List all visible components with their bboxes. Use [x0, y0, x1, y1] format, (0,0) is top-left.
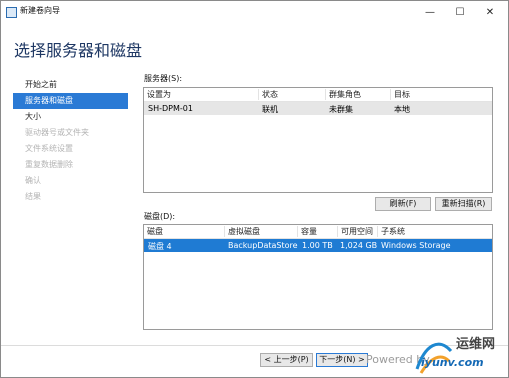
servers-list[interactable]: 设置为 状态 群集角色 目标 SH-DPM-01 联机 未群集 本地 [143, 87, 493, 193]
server-target: 本地 [394, 105, 410, 114]
col-header-free-space[interactable]: 可用空间 [337, 226, 373, 237]
maximize-button[interactable]: ☐ [445, 1, 475, 23]
disk-virtual-disk: BackupDataStore [228, 241, 298, 250]
nav-step-before-you-begin[interactable]: 开始之前 [13, 77, 128, 93]
disk-name: 磁盘 4 [148, 242, 172, 251]
server-row[interactable]: SH-DPM-01 联机 未群集 本地 [144, 102, 492, 115]
server-role: 未群集 [329, 105, 353, 114]
nav-step-drive-letter: 驱动器号或文件夹 [25, 128, 89, 137]
disks-list[interactable]: 磁盘 虚拟磁盘 容量 可用空间 子系统 磁盘 4 BackupDataStore… [143, 224, 493, 330]
nav-step-server-and-disk[interactable]: 服务器和磁盘 [13, 93, 128, 109]
servers-header: 设置为 状态 群集角色 目标 [144, 88, 492, 102]
col-header-virtual-disk[interactable]: 虚拟磁盘 [224, 226, 260, 237]
server-status: 联机 [262, 105, 278, 114]
col-header-subsystem[interactable]: 子系统 [377, 226, 405, 237]
close-button[interactable]: ✕ [475, 1, 505, 23]
nav-step-results: 结果 [25, 192, 41, 201]
refresh-button[interactable]: 刷新(F) [375, 197, 431, 211]
col-header-disk[interactable]: 磁盘 [144, 226, 163, 237]
col-header-cluster-role[interactable]: 群集角色 [325, 89, 361, 100]
nav-step-file-system: 文件系统设置 [25, 144, 73, 153]
disk-subsystem: Windows Storage [381, 241, 451, 250]
nav-step-confirmation: 确认 [25, 176, 41, 185]
minimize-button[interactable]: — [415, 1, 445, 23]
page-title: 选择服务器和磁盘 [14, 41, 143, 60]
col-header-name[interactable]: 设置为 [144, 89, 171, 100]
wizard-window: 新建卷向导 — ☐ ✕ 选择服务器和磁盘 开始之前 服务器和磁盘 大小 驱动器号… [0, 0, 509, 378]
disks-label: 磁盘(D): [144, 212, 176, 221]
nav-step-size[interactable]: 大小 [13, 109, 128, 125]
server-name: SH-DPM-01 [148, 104, 193, 113]
disk-capacity: 1.00 TB [302, 241, 333, 250]
previous-button[interactable]: < 上一步(P) [260, 353, 313, 367]
col-header-capacity[interactable]: 容量 [297, 226, 317, 237]
title-bar[interactable]: 新建卷向导 — ☐ ✕ [1, 1, 508, 23]
app-icon [6, 7, 17, 18]
nav-step-deduplication: 重复数据删除 [25, 160, 73, 169]
disk-free-space: 1,024 GB [340, 241, 378, 250]
col-header-status[interactable]: 状态 [258, 89, 278, 100]
col-header-target[interactable]: 目标 [390, 89, 410, 100]
servers-label: 服务器(S): [144, 74, 183, 83]
watermark-url: iyunv.com [421, 356, 484, 369]
disk-row[interactable]: 磁盘 4 BackupDataStore 1.00 TB 1,024 GB Wi… [144, 239, 492, 252]
disks-header: 磁盘 虚拟磁盘 容量 可用空间 子系统 [144, 225, 492, 239]
watermark-brand: 运维网 [456, 337, 496, 352]
window-title: 新建卷向导 [20, 6, 60, 15]
rescan-button[interactable]: 重新扫描(R) [435, 197, 492, 211]
next-button[interactable]: 下一步(N) > [316, 353, 368, 367]
wizard-steps-nav: 开始之前 服务器和磁盘 大小 驱动器号或文件夹 文件系统设置 重复数据删除 确认… [13, 77, 128, 205]
